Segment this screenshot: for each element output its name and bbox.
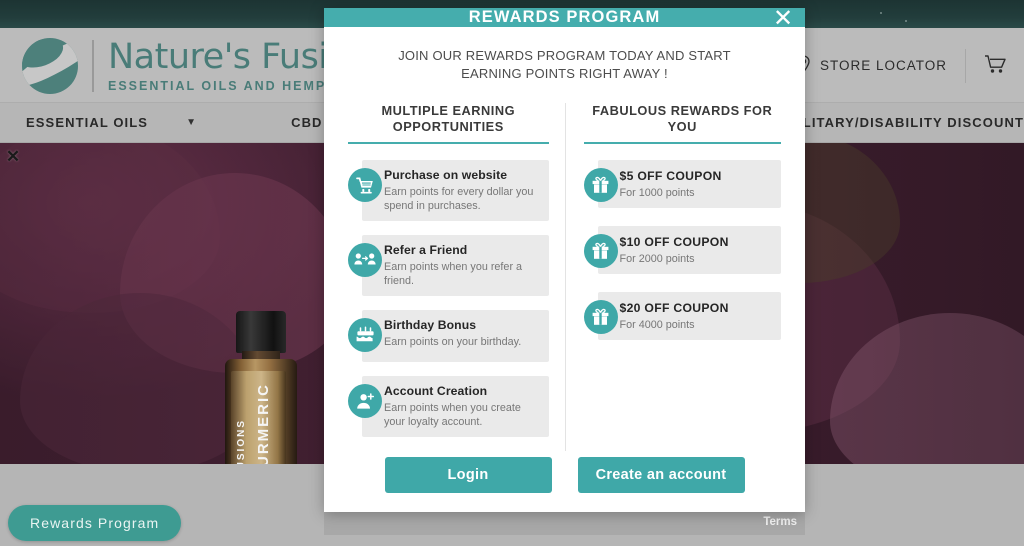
nav-label: MILITARY/DISABILITY DISCOUNT xyxy=(786,115,1024,130)
header-utility-nav: STORE LOCATOR xyxy=(776,28,1024,103)
earning-item-card: Birthday Bonus Earn points on your birth… xyxy=(362,310,549,362)
earning-column-heading: MULTIPLE EARNING OPPORTUNITIES xyxy=(381,103,516,134)
earning-item-card: Account Creation Earn points when you cr… xyxy=(362,376,549,437)
rewards-column-heading: FABULOUS REWARDS FOR YOU xyxy=(592,103,773,134)
earning-item-card: Refer a Friend Earn points when you refe… xyxy=(362,235,549,296)
bottle-product-name: TURMERIC xyxy=(255,383,272,464)
earning-opportunities-column: MULTIPLE EARNING OPPORTUNITIES Purchase … xyxy=(348,103,565,451)
modal-footer: Login Create an account xyxy=(324,451,805,517)
reward-item: $10 OFF COUPON For 2000 points xyxy=(583,226,781,274)
modal-intro-line1: JOIN OUR REWARDS PROGRAM TODAY AND START xyxy=(398,48,731,63)
close-icon[interactable]: ✕ xyxy=(772,6,794,30)
gift-icon xyxy=(583,234,618,268)
create-account-button[interactable]: Create an account xyxy=(577,457,745,493)
product-bottle-image: TURMERIC FUSIONS 100% LAB TESTED PURE OI… xyxy=(222,311,300,464)
earning-item-card: Purchase on website Earn points for ever… xyxy=(362,160,549,221)
earning-item-desc: Earn points when you create your loyalty… xyxy=(384,402,521,428)
earning-item-title: Refer a Friend xyxy=(384,243,468,257)
earning-item: Birthday Bonus Earn points on your birth… xyxy=(348,310,549,362)
reward-item-title: $10 OFF COUPON xyxy=(619,235,729,249)
terms-link[interactable]: Terms xyxy=(763,516,797,528)
logo-divider xyxy=(92,40,94,92)
rewards-program-modal: REWARDS PROGRAM ✕ JOIN OUR REWARDS PROGR… xyxy=(324,6,805,512)
modal-body: JOIN OUR REWARDS PROGRAM TODAY AND START… xyxy=(324,27,805,451)
earning-item: Account Creation Earn points when you cr… xyxy=(348,376,549,437)
reward-item-desc: For 2000 points xyxy=(619,253,695,265)
reward-item-title: $20 OFF COUPON xyxy=(619,301,729,315)
store-locator-link[interactable]: STORE LOCATOR xyxy=(778,46,965,86)
modal-columns: MULTIPLE EARNING OPPORTUNITIES Purchase … xyxy=(348,103,781,451)
earning-item-title: Birthday Bonus xyxy=(384,318,477,332)
earning-item: Purchase on website Earn points for ever… xyxy=(348,160,549,221)
earning-item-desc: Earn points on your birthday. xyxy=(384,336,522,348)
reward-item: $5 OFF COUPON For 1000 points xyxy=(583,160,781,208)
reward-item-card: $20 OFF COUPON For 4000 points xyxy=(597,292,781,340)
modal-intro-line2: EARNING POINTS RIGHT AWAY ! xyxy=(461,66,668,81)
shopping-cart-icon xyxy=(348,168,382,202)
modal-intro: JOIN OUR REWARDS PROGRAM TODAY AND START… xyxy=(348,47,781,83)
earning-item-desc: Earn points when you refer a friend. xyxy=(384,261,523,287)
reward-item-card: $5 OFF COUPON For 1000 points xyxy=(597,160,781,208)
cart-button[interactable] xyxy=(966,46,1024,86)
reward-item-desc: For 1000 points xyxy=(619,187,695,199)
nav-label: CBD xyxy=(291,115,323,130)
gift-icon xyxy=(583,300,618,334)
login-button[interactable]: Login xyxy=(384,457,552,493)
screenshot-root: Nature's Fusions ESSENTIAL OILS AND HEMP… xyxy=(0,0,1024,546)
column-underline xyxy=(348,142,549,144)
modal-title: REWARDS PROGRAM xyxy=(468,8,661,26)
nav-label: ESSENTIAL OILS xyxy=(26,115,149,130)
store-locator-label: STORE LOCATOR xyxy=(819,58,947,73)
earning-item: Refer a Friend Earn points when you refe… xyxy=(348,235,549,296)
column-underline xyxy=(583,142,781,144)
rewards-column: FABULOUS REWARDS FOR YOU $5 OFF COUPON F… xyxy=(564,103,781,451)
shopping-cart-icon xyxy=(984,54,1006,77)
rewards-program-tab[interactable]: Rewards Program xyxy=(8,505,182,541)
earning-item-title: Purchase on website xyxy=(384,168,508,182)
earning-item-title: Account Creation xyxy=(384,384,488,398)
rewards-tab-label: Rewards Program xyxy=(30,515,160,531)
nav-item-essential-oils[interactable]: ESSENTIAL OILS ▼ xyxy=(0,115,223,130)
leaf-sphere-logo-icon xyxy=(22,38,78,94)
close-x-icon[interactable]: ✕ xyxy=(4,148,22,166)
earning-item-desc: Earn points for every dollar you spend i… xyxy=(384,186,534,212)
reward-item-desc: For 4000 points xyxy=(619,319,695,331)
add-user-icon xyxy=(348,384,382,418)
reward-item-title: $5 OFF COUPON xyxy=(619,169,722,183)
reward-item-card: $10 OFF COUPON For 2000 points xyxy=(597,226,781,274)
chevron-down-icon: ▼ xyxy=(186,117,198,128)
gift-icon xyxy=(583,168,618,202)
reward-item: $20 OFF COUPON For 4000 points xyxy=(583,292,781,340)
refer-friend-icon xyxy=(348,243,382,277)
birthday-cake-icon xyxy=(348,318,382,352)
bottle-brand: FUSIONS xyxy=(236,419,247,464)
modal-header: REWARDS PROGRAM ✕ xyxy=(324,6,805,30)
